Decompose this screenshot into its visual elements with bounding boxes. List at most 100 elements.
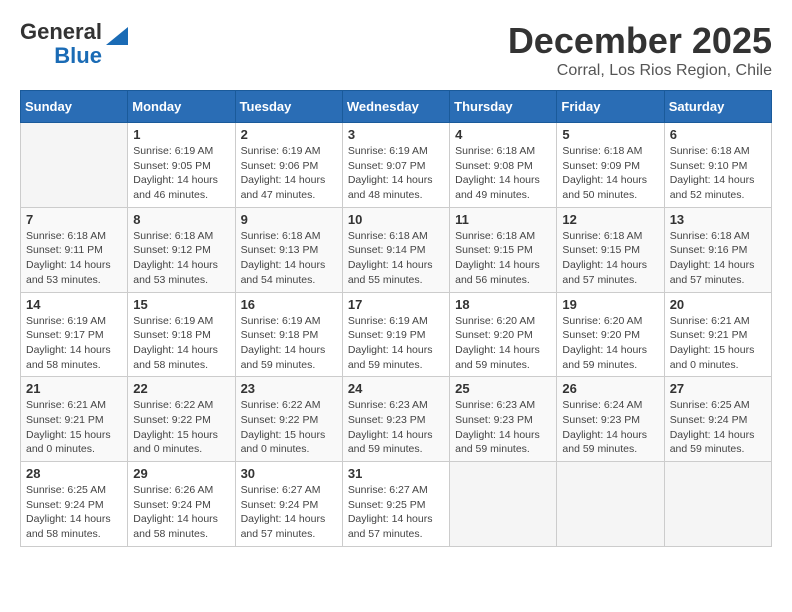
day-info: Sunrise: 6:18 AMSunset: 9:15 PMDaylight:… (562, 229, 658, 288)
day-number: 30 (241, 466, 337, 481)
calendar-week-5: 28 Sunrise: 6:25 AMSunset: 9:24 PMDayligh… (21, 462, 772, 547)
calendar-cell: 28 Sunrise: 6:25 AMSunset: 9:24 PMDayligh… (21, 462, 128, 547)
day-number: 2 (241, 127, 337, 142)
day-number: 18 (455, 297, 551, 312)
day-info: Sunrise: 6:21 AMSunset: 9:21 PMDaylight:… (670, 314, 766, 373)
calendar-cell: 24 Sunrise: 6:23 AMSunset: 9:23 PMDayligh… (342, 377, 449, 462)
day-number: 22 (133, 381, 229, 396)
calendar-cell: 16Sunrise: 6:19 AMSunset: 9:18 PMDayligh… (235, 292, 342, 377)
calendar-cell (21, 123, 128, 208)
day-info: Sunrise: 6:25 AMSunset: 9:24 PMDaylight:… (670, 398, 766, 457)
day-number: 27 (670, 381, 766, 396)
day-info: Sunrise: 6:23 AMSunset: 9:23 PMDaylight:… (455, 398, 551, 457)
logo-line1: General (20, 20, 102, 44)
calendar-cell: 7Sunrise: 6:18 AMSunset: 9:11 PMDaylight… (21, 207, 128, 292)
day-info: Sunrise: 6:27 AMSunset: 9:24 PMDaylight:… (241, 483, 337, 542)
calendar-cell: 19 Sunrise: 6:20 AMSunset: 9:20 PMDayligh… (557, 292, 664, 377)
day-info: Sunrise: 6:18 AMSunset: 9:08 PMDaylight:… (455, 144, 551, 203)
calendar-cell: 8 Sunrise: 6:18 AMSunset: 9:12 PMDaylight… (128, 207, 235, 292)
day-info: Sunrise: 6:18 AMSunset: 9:09 PMDaylight:… (562, 144, 658, 203)
calendar-cell: 29 Sunrise: 6:26 AMSunset: 9:24 PMDayligh… (128, 462, 235, 547)
calendar-week-2: 7Sunrise: 6:18 AMSunset: 9:11 PMDaylight… (21, 207, 772, 292)
day-info: Sunrise: 6:24 AMSunset: 9:23 PMDaylight:… (562, 398, 658, 457)
day-header-sunday: Sunday (21, 91, 128, 123)
day-number: 31 (348, 466, 444, 481)
logo-line2: Blue (54, 44, 102, 68)
day-number: 8 (133, 212, 229, 227)
day-number: 10 (348, 212, 444, 227)
calendar-cell: 30 Sunrise: 6:27 AMSunset: 9:24 PMDayligh… (235, 462, 342, 547)
day-info: Sunrise: 6:20 AMSunset: 9:20 PMDaylight:… (455, 314, 551, 373)
calendar-cell: 13Sunrise: 6:18 AMSunset: 9:16 PMDayligh… (664, 207, 771, 292)
calendar-cell: 14Sunrise: 6:19 AMSunset: 9:17 PMDayligh… (21, 292, 128, 377)
day-info: Sunrise: 6:19 AMSunset: 9:18 PMDaylight:… (241, 314, 337, 373)
day-number: 25 (455, 381, 551, 396)
calendar-cell: 11 Sunrise: 6:18 AMSunset: 9:15 PMDayligh… (450, 207, 557, 292)
title-section: December 2025 Corral, Los Rios Region, C… (508, 20, 772, 80)
calendar-cell: 31 Sunrise: 6:27 AMSunset: 9:25 PMDayligh… (342, 462, 449, 547)
day-number: 6 (670, 127, 766, 142)
day-header-thursday: Thursday (450, 91, 557, 123)
calendar-cell: 15 Sunrise: 6:19 AMSunset: 9:18 PMDayligh… (128, 292, 235, 377)
day-header-tuesday: Tuesday (235, 91, 342, 123)
day-number: 24 (348, 381, 444, 396)
calendar-cell (557, 462, 664, 547)
calendar-cell: 9Sunrise: 6:18 AMSunset: 9:13 PMDaylight… (235, 207, 342, 292)
calendar-cell: 27 Sunrise: 6:25 AMSunset: 9:24 PMDayligh… (664, 377, 771, 462)
day-number: 3 (348, 127, 444, 142)
day-number: 26 (562, 381, 658, 396)
day-info: Sunrise: 6:19 AMSunset: 9:06 PMDaylight:… (241, 144, 337, 203)
day-info: Sunrise: 6:22 AMSunset: 9:22 PMDaylight:… (241, 398, 337, 457)
location-title: Corral, Los Rios Region, Chile (508, 62, 772, 80)
day-number: 20 (670, 297, 766, 312)
day-info: Sunrise: 6:27 AMSunset: 9:25 PMDaylight:… (348, 483, 444, 542)
day-number: 15 (133, 297, 229, 312)
day-number: 19 (562, 297, 658, 312)
calendar-cell: 5Sunrise: 6:18 AMSunset: 9:09 PMDaylight… (557, 123, 664, 208)
calendar-cell: 22 Sunrise: 6:22 AMSunset: 9:22 PMDayligh… (128, 377, 235, 462)
day-number: 23 (241, 381, 337, 396)
day-info: Sunrise: 6:18 AMSunset: 9:10 PMDaylight:… (670, 144, 766, 203)
day-header-friday: Friday (557, 91, 664, 123)
day-info: Sunrise: 6:19 AMSunset: 9:07 PMDaylight:… (348, 144, 444, 203)
day-number: 28 (26, 466, 122, 481)
day-number: 29 (133, 466, 229, 481)
calendar-header-row: SundayMondayTuesdayWednesdayThursdayFrid… (21, 91, 772, 123)
calendar-cell: 2 Sunrise: 6:19 AMSunset: 9:06 PMDaylight… (235, 123, 342, 208)
calendar-cell: 4 Sunrise: 6:18 AMSunset: 9:08 PMDaylight… (450, 123, 557, 208)
day-info: Sunrise: 6:18 AMSunset: 9:16 PMDaylight:… (670, 229, 766, 288)
day-info: Sunrise: 6:19 AMSunset: 9:19 PMDaylight:… (348, 314, 444, 373)
calendar-cell: 21 Sunrise: 6:21 AMSunset: 9:21 PMDayligh… (21, 377, 128, 462)
day-number: 11 (455, 212, 551, 227)
day-number: 4 (455, 127, 551, 142)
day-info: Sunrise: 6:18 AMSunset: 9:12 PMDaylight:… (133, 229, 229, 288)
day-info: Sunrise: 6:22 AMSunset: 9:22 PMDaylight:… (133, 398, 229, 457)
day-header-wednesday: Wednesday (342, 91, 449, 123)
day-info: Sunrise: 6:18 AMSunset: 9:15 PMDaylight:… (455, 229, 551, 288)
day-info: Sunrise: 6:23 AMSunset: 9:23 PMDaylight:… (348, 398, 444, 457)
day-info: Sunrise: 6:19 AMSunset: 9:05 PMDaylight:… (133, 144, 229, 203)
day-info: Sunrise: 6:20 AMSunset: 9:20 PMDaylight:… (562, 314, 658, 373)
day-info: Sunrise: 6:26 AMSunset: 9:24 PMDaylight:… (133, 483, 229, 542)
calendar-cell: 23 Sunrise: 6:22 AMSunset: 9:22 PMDayligh… (235, 377, 342, 462)
day-info: Sunrise: 6:19 AMSunset: 9:17 PMDaylight:… (26, 314, 122, 373)
calendar-week-3: 14Sunrise: 6:19 AMSunset: 9:17 PMDayligh… (21, 292, 772, 377)
month-title: December 2025 (508, 20, 772, 62)
calendar-week-4: 21 Sunrise: 6:21 AMSunset: 9:21 PMDayligh… (21, 377, 772, 462)
calendar-cell: 12Sunrise: 6:18 AMSunset: 9:15 PMDayligh… (557, 207, 664, 292)
calendar-cell: 10 Sunrise: 6:18 AMSunset: 9:14 PMDayligh… (342, 207, 449, 292)
day-info: Sunrise: 6:19 AMSunset: 9:18 PMDaylight:… (133, 314, 229, 373)
day-info: Sunrise: 6:18 AMSunset: 9:14 PMDaylight:… (348, 229, 444, 288)
day-header-saturday: Saturday (664, 91, 771, 123)
calendar-cell: 18 Sunrise: 6:20 AMSunset: 9:20 PMDayligh… (450, 292, 557, 377)
calendar: SundayMondayTuesdayWednesdayThursdayFrid… (20, 90, 772, 547)
day-info: Sunrise: 6:25 AMSunset: 9:24 PMDaylight:… (26, 483, 122, 542)
calendar-cell: 6 Sunrise: 6:18 AMSunset: 9:10 PMDaylight… (664, 123, 771, 208)
day-number: 17 (348, 297, 444, 312)
calendar-cell: 20 Sunrise: 6:21 AMSunset: 9:21 PMDayligh… (664, 292, 771, 377)
calendar-cell: 25 Sunrise: 6:23 AMSunset: 9:23 PMDayligh… (450, 377, 557, 462)
calendar-cell: 3 Sunrise: 6:19 AMSunset: 9:07 PMDaylight… (342, 123, 449, 208)
day-number: 21 (26, 381, 122, 396)
logo: General Blue (20, 20, 128, 68)
day-info: Sunrise: 6:21 AMSunset: 9:21 PMDaylight:… (26, 398, 122, 457)
